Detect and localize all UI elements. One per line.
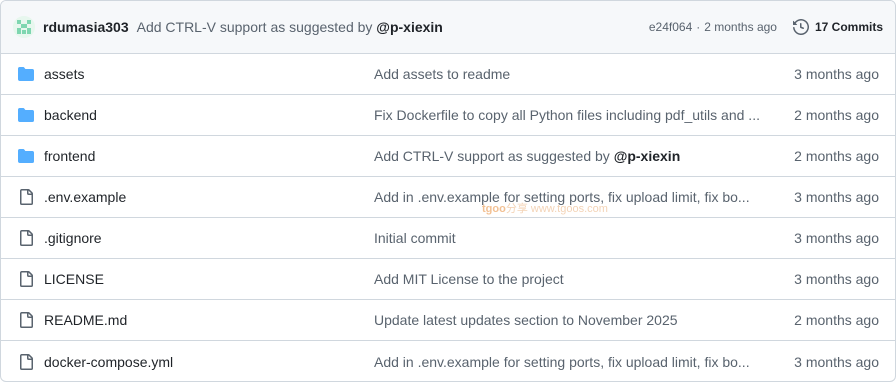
identicon-avatar-icon[interactable]: [13, 16, 35, 38]
file-commit-message-link[interactable]: Add MIT License to the project: [374, 271, 766, 287]
file-icon: [17, 270, 35, 288]
file-commit-message-text: Add CTRL-V support as suggested by: [374, 148, 614, 164]
file-commit-message-text: Add in .env.example for setting ports, f…: [374, 353, 750, 370]
file-row[interactable]: .env.example Add in .env.example for sett…: [1, 177, 895, 218]
commit-age: 2 months ago: [704, 20, 777, 34]
file-row[interactable]: backend Fix Dockerfile to copy all Python…: [1, 95, 895, 136]
file-commit-age: 3 months ago: [794, 189, 879, 205]
file-commit-age: 2 months ago: [794, 148, 879, 164]
file-row[interactable]: docker-compose.yml Add in .env.example fo…: [1, 341, 895, 381]
file-commit-message-link[interactable]: Initial commit: [374, 230, 766, 246]
file-commit-message-link[interactable]: Add in .env.example for setting ports, f…: [374, 189, 766, 205]
commit-mention-link[interactable]: @p-xiexin: [376, 19, 443, 35]
file-commit-age: 2 months ago: [794, 312, 879, 328]
commit-mention-link[interactable]: @p-xiexin: [614, 148, 681, 164]
file-commit-age: 3 months ago: [794, 66, 879, 82]
file-row[interactable]: README.md Update latest updates section t…: [1, 300, 895, 341]
file-commit-message-text: Add assets to readme: [374, 66, 511, 82]
file-name-link[interactable]: frontend: [44, 148, 374, 164]
file-commit-message-text: Update latest updates section to Novembe…: [374, 312, 678, 328]
file-commit-message-link[interactable]: Add CTRL-V support as suggested by @p-xi…: [374, 148, 766, 164]
latest-commit-header: rdumasia303 Add CTRL-V support as sugges…: [1, 1, 895, 54]
file-commit-message-link[interactable]: Update latest updates section to Novembe…: [374, 312, 766, 328]
file-row[interactable]: frontend Add CTRL-V support as suggested …: [1, 136, 895, 177]
file-commit-age: 3 months ago: [794, 230, 879, 246]
commits-history-button[interactable]: 17 Commits: [792, 19, 883, 35]
file-row[interactable]: .gitignore Initial commit 3 months ago: [1, 218, 895, 259]
commits-count-label: 17 Commits: [814, 20, 883, 34]
file-commit-message-link[interactable]: Add assets to readme: [374, 66, 766, 82]
file-commit-message-text: Fix Dockerfile to copy all Python files …: [374, 107, 760, 123]
latest-commit-message[interactable]: Add CTRL-V support as suggested by @p-xi…: [137, 19, 443, 35]
file-name-link[interactable]: LICENSE: [44, 271, 374, 287]
file-name-link[interactable]: docker-compose.yml: [44, 354, 374, 370]
file-icon: [17, 311, 35, 329]
file-commit-message-text: Initial commit: [374, 230, 456, 246]
commit-separator: ·: [696, 20, 701, 34]
commit-sha-link[interactable]: e24f064: [649, 20, 692, 34]
folder-icon: [17, 147, 35, 165]
file-commit-message-link[interactable]: Add in .env.example for setting ports, f…: [374, 354, 766, 370]
file-row[interactable]: assets Add assets to readme 3 months ago: [1, 54, 895, 95]
file-icon: [17, 229, 35, 247]
file-list-box: rdumasia303 Add CTRL-V support as sugges…: [0, 0, 896, 382]
file-name-link[interactable]: .env.example: [44, 189, 374, 205]
file-name-link[interactable]: backend: [44, 107, 374, 123]
latest-commit-message-text: Add CTRL-V support as suggested by: [136, 19, 373, 35]
file-commit-age: 3 months ago: [794, 271, 879, 287]
file-commit-age: 2 months ago: [794, 107, 879, 123]
folder-icon: [17, 106, 35, 124]
file-name-link[interactable]: .gitignore: [44, 230, 374, 246]
history-icon: [792, 19, 809, 35]
commit-author-link[interactable]: rdumasia303: [43, 19, 129, 35]
file-commit-message-text: Add in .env.example for setting ports, f…: [374, 189, 750, 205]
file-commit-age: 3 months ago: [794, 353, 879, 370]
file-commit-message-link[interactable]: Fix Dockerfile to copy all Python files …: [374, 107, 766, 123]
file-commit-message-text: Add MIT License to the project: [374, 271, 564, 287]
folder-icon: [17, 65, 35, 83]
file-row[interactable]: LICENSE Add MIT License to the project 3 m…: [1, 259, 895, 300]
file-name-link[interactable]: assets: [44, 66, 374, 82]
file-icon: [17, 353, 35, 371]
file-name-link[interactable]: README.md: [44, 312, 374, 328]
file-icon: [17, 188, 35, 206]
file-rows: assets Add assets to readme 3 months ago ba…: [1, 54, 895, 381]
